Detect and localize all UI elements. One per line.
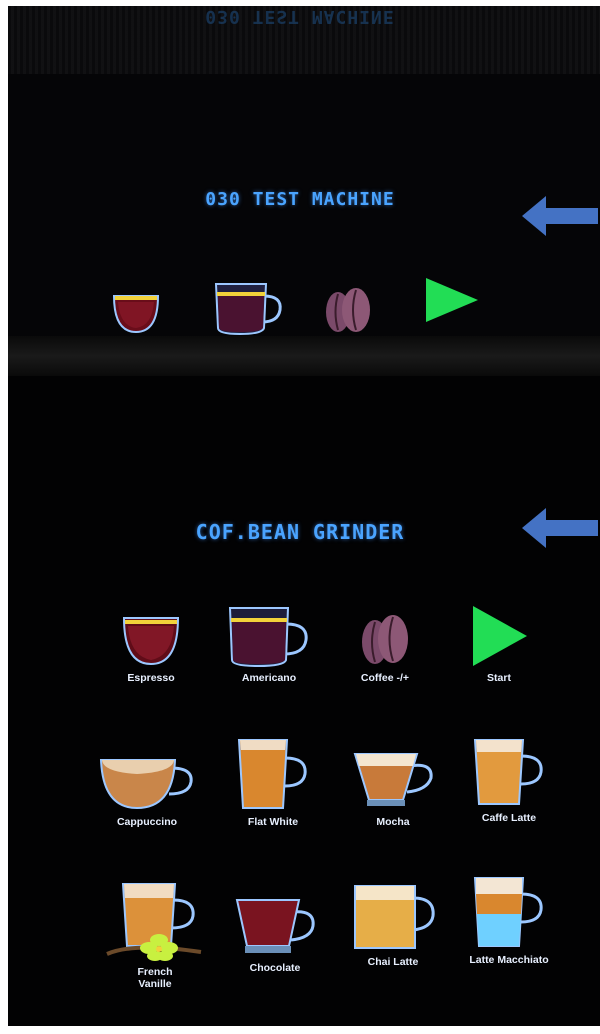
chai-latte-glass-icon — [354, 885, 435, 949]
drink-label: Flat White — [247, 816, 299, 828]
drink-label: Chocolate — [249, 962, 301, 974]
drink-tile-start[interactable]: Start — [444, 604, 554, 684]
drink-label: Cappuccino — [116, 816, 178, 828]
americano-cup-icon — [214, 283, 282, 336]
drink-tile-chai-latte[interactable]: Chai Latte — [338, 882, 448, 968]
coffee-bean-icon — [362, 615, 408, 664]
drink-label: Americano — [241, 672, 297, 684]
drink-tile-caffe-latte[interactable]: Caffe Latte — [454, 736, 564, 824]
drink-label: Caffe Latte — [481, 812, 537, 824]
caffe-latte-glass-icon — [473, 739, 543, 805]
drink-tile-mocha[interactable]: Mocha — [338, 748, 448, 828]
espresso-cup-icon — [112, 295, 160, 334]
grinder-title: COF.BEAN GRINDER — [195, 520, 405, 544]
drink-label: Latte Macchiato — [469, 954, 549, 966]
cappuccino-cup-icon — [99, 759, 193, 810]
machine-title: 030 TEST MACHINE — [205, 189, 395, 210]
screen-divider — [8, 336, 600, 376]
annotation-arrow-left-icon — [522, 508, 598, 548]
start-button-small[interactable] — [422, 276, 482, 330]
drink-label: Start — [487, 672, 511, 684]
drink-tile-coffee-strength[interactable]: Coffee -/+ — [330, 610, 440, 684]
drink-tile-french-vanille[interactable]: French Vanille — [100, 880, 210, 990]
coffee-strength-button-small[interactable] — [320, 284, 376, 340]
drink-tile-latte-macchiato[interactable]: Latte Macchiato — [454, 874, 564, 966]
coffee-bean-icon — [326, 288, 370, 332]
play-icon — [473, 606, 527, 666]
play-icon — [426, 278, 478, 322]
espresso-cup-icon — [122, 617, 180, 666]
bottom-screen: COF.BEAN GRINDER Espresso Americano Coff… — [8, 376, 600, 1026]
americano-button-small[interactable] — [212, 278, 288, 340]
top-screen: 030 TEST MACHINE 030 TEST MACHINE — [8, 6, 600, 336]
drink-tile-flat-white[interactable]: Flat White — [218, 736, 328, 828]
drink-tile-cappuccino[interactable]: Cappuccino — [92, 752, 202, 828]
espresso-button-small[interactable] — [108, 286, 164, 340]
mocha-cup-icon — [353, 753, 433, 806]
drink-tile-americano[interactable]: Americano — [214, 604, 324, 684]
drink-label: Coffee -/+ — [360, 672, 410, 684]
annotation-arrow-left-icon — [522, 196, 598, 236]
chocolate-cup-icon — [235, 899, 315, 953]
drink-label: Chai Latte — [367, 956, 419, 968]
drink-label: Mocha — [376, 816, 410, 828]
flat-white-glass-icon — [237, 739, 307, 809]
americano-cup-icon — [228, 607, 308, 668]
drink-label: Espresso — [127, 672, 175, 684]
machine-title-reflection: 030 TEST MACHINE — [205, 6, 395, 27]
latte-macchiato-glass-icon — [473, 877, 543, 947]
drink-label: French Vanille — [137, 966, 173, 990]
drink-tile-espresso[interactable]: Espresso — [96, 608, 206, 684]
french-vanille-glass-icon — [106, 883, 202, 961]
drink-tile-chocolate[interactable]: Chocolate — [220, 896, 330, 974]
